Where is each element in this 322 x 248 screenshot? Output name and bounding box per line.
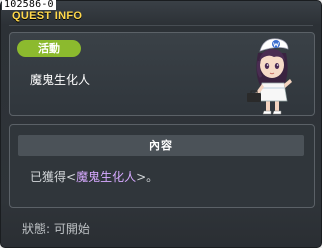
title-divider — [9, 25, 313, 26]
content-header: 內容 — [18, 135, 304, 156]
quest-content-panel: 內容 已獲得<魔鬼生化人>。 — [9, 124, 315, 208]
status-value: 可開始 — [53, 222, 90, 236]
quest-status: 狀態: 可開始 — [22, 220, 90, 237]
window-title: QUEST INFO — [12, 10, 83, 22]
quest-id-label: 102586-0 — [2, 0, 56, 10]
quest-summary-panel: 活動 魔鬼生化人 — [9, 32, 315, 116]
quest-category-badge: 活動 — [17, 40, 81, 57]
npc-nurse-icon — [247, 38, 292, 115]
content-item-link[interactable]: 魔鬼生化人 — [76, 170, 136, 184]
quest-info-window: QUEST INFO 活動 魔鬼生化人 內容 已獲得<魔鬼生化人>。 狀態: 可… — [0, 0, 322, 248]
content-text-prefix: 已獲得< — [30, 170, 77, 184]
content-text-suffix: >。 — [136, 170, 159, 184]
content-text: 已獲得<魔鬼生化人>。 — [30, 168, 158, 185]
status-label: 狀態: — [22, 222, 51, 236]
quest-name: 魔鬼生化人 — [30, 73, 91, 87]
